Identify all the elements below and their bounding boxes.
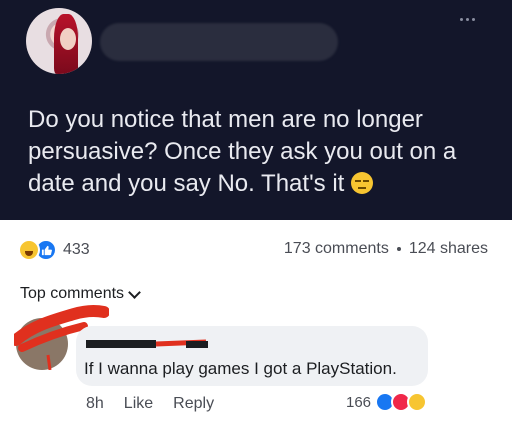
haha-icon bbox=[18, 239, 40, 261]
comment-reaction-count: 166 bbox=[346, 393, 372, 411]
expressionless-face-emoji-icon bbox=[351, 172, 373, 194]
comment-timestamp[interactable]: 8h bbox=[86, 395, 104, 413]
post-card: Do you notice that men are no longer per… bbox=[0, 0, 512, 220]
post-body: Do you notice that men are no longer per… bbox=[28, 106, 457, 197]
comment-actions: 8h Like Reply bbox=[86, 395, 214, 413]
avatar-face bbox=[60, 28, 76, 50]
author-name-redacted bbox=[100, 23, 338, 61]
haha-icon bbox=[407, 392, 428, 412]
author-avatar[interactable] bbox=[26, 8, 92, 74]
post-stats: 173 comments 124 shares bbox=[284, 240, 488, 258]
post-text: Do you notice that men are no longer per… bbox=[28, 104, 498, 200]
comments-count-link[interactable]: 173 comments bbox=[284, 240, 389, 258]
more-options-icon[interactable] bbox=[460, 14, 480, 24]
comment-like-button[interactable]: Like bbox=[124, 395, 153, 413]
comment-reactions[interactable]: 166 bbox=[346, 392, 428, 412]
reactions-summary[interactable]: 433 bbox=[18, 238, 90, 262]
chevron-down-icon bbox=[128, 285, 141, 299]
reaction-count: 433 bbox=[63, 241, 90, 258]
comment-reply-button[interactable]: Reply bbox=[173, 395, 214, 413]
commenter-name-redacted bbox=[86, 339, 208, 348]
comment-text: If I wanna play games I got a PlayStatio… bbox=[84, 359, 397, 378]
separator-dot bbox=[396, 247, 401, 251]
shares-count-link[interactable]: 124 shares bbox=[409, 240, 488, 258]
